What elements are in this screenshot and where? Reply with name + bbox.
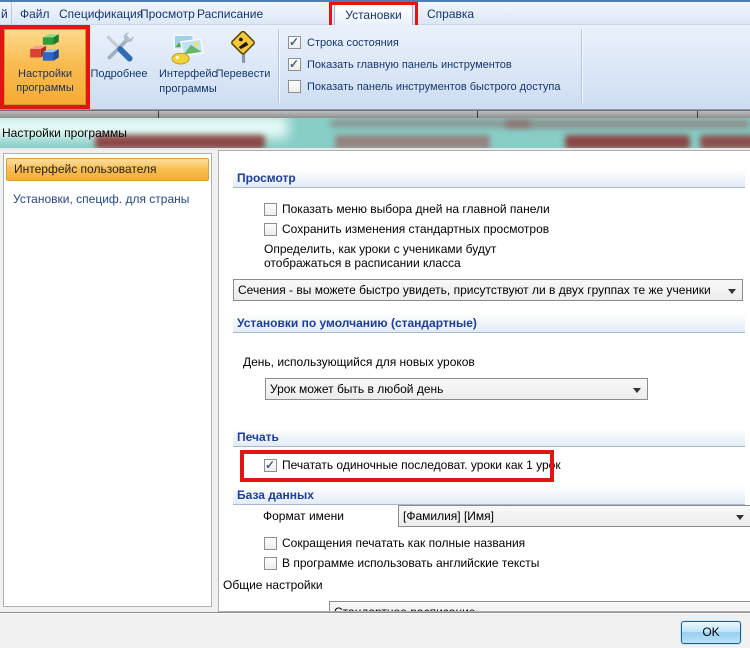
menu-item-help[interactable]: Справка <box>427 7 474 21</box>
dialog-footer: OK <box>0 612 750 648</box>
background-table-header-strip <box>0 110 750 118</box>
details-button[interactable]: Подробнее <box>88 28 150 106</box>
checkbox-print-single-consecutive[interactable]: Печатать одиночные последоват. уроки как… <box>264 458 561 472</box>
glass-blob <box>700 135 750 148</box>
checkbox-label: Показать меню выбора дней на главной пан… <box>282 202 550 216</box>
checkbox-label: Печатать одиночные последоват. уроки как… <box>282 458 561 472</box>
name-format-dropdown[interactable]: [Фамилия] [Имя] <box>398 505 750 527</box>
checkbox-label: Показать панель инструментов быстрого до… <box>307 81 560 93</box>
glass-blob <box>565 135 690 148</box>
new-lessons-day-label: День, использующийся для новых уроков <box>243 355 475 369</box>
translate-button[interactable]: Перевести <box>212 28 274 106</box>
checkbox-print-abbreviations-full[interactable]: Сокращения печатать как полные названия <box>264 536 525 550</box>
glass-blob <box>335 135 490 148</box>
menu-divider <box>11 2 12 27</box>
section-header-print: Печать <box>233 428 745 447</box>
checkbox-box <box>264 223 277 236</box>
name-format-label: Формат имени <box>263 509 344 523</box>
note-line: отображаться в расписании класса <box>264 256 496 270</box>
dialog-sidebar: Интерфейс пользователя Установки, специф… <box>3 153 212 607</box>
checkbox-label: Сохранить изменения стандартных просмотр… <box>282 222 549 236</box>
checkbox-show-day-menu[interactable]: Показать меню выбора дней на главной пан… <box>264 202 550 216</box>
ribbon-group-divider <box>278 29 279 103</box>
checkbox-status-bar[interactable]: Строка состояния <box>288 36 399 49</box>
ribbon-toolbar: Настройки программы Подробнее Интерфейс <box>0 25 750 110</box>
checkbox-label: В программе использовать английские текс… <box>282 556 539 570</box>
checkbox-save-standard-views[interactable]: Сохранить изменения стандартных просмотр… <box>264 222 549 236</box>
dropdown-value: Сечения - вы можете быстро увидеть, прис… <box>238 283 711 297</box>
lessons-display-note: Определить, как уроки с учениками будут … <box>264 242 496 270</box>
button-label: Подробнее <box>90 68 147 80</box>
program-settings-button[interactable]: Настройки программы <box>4 29 86 105</box>
dropdown-value: [Фамилия] [Имя] <box>403 509 494 523</box>
glass-blob <box>505 119 750 129</box>
menu-item-file[interactable]: Файл <box>20 7 50 21</box>
button-label: Настройки <box>18 68 72 80</box>
checkbox-show-main-toolbar[interactable]: Показать главную панель инструментов <box>288 58 512 71</box>
button-label: Перевести <box>216 68 271 80</box>
checkbox-label: Строка состояния <box>307 37 399 49</box>
chevron-down-icon <box>728 289 736 294</box>
details-tools-icon <box>102 31 136 65</box>
checkbox-box <box>288 58 301 71</box>
dialog-title: Настройки программы <box>2 126 127 140</box>
general-settings-dropdown[interactable]: Стандартное расписание <box>329 601 750 612</box>
checkbox-box <box>264 557 277 570</box>
dropdown-value: Урок может быть в любой день <box>270 382 443 396</box>
general-settings-label: Общие настройки <box>223 578 323 592</box>
sidebar-item-country-settings[interactable]: Установки, специф. для страны <box>13 192 189 206</box>
sidebar-item-user-interface[interactable]: Интерфейс пользователя <box>6 158 209 181</box>
checkbox-box <box>288 36 301 49</box>
clipped-menu-text: й <box>1 7 8 21</box>
checkbox-box <box>264 459 277 472</box>
chevron-down-icon <box>633 388 641 393</box>
menu-item-timetable[interactable]: Расписание <box>197 7 263 21</box>
dialog-title-bar: Настройки программы <box>0 118 750 148</box>
button-label: Интерфейс <box>159 68 217 80</box>
note-line: Определить, как уроки с учениками будут <box>264 242 496 256</box>
button-label: программы <box>159 83 216 95</box>
dropdown-value: Стандартное расписание <box>334 605 475 612</box>
checkbox-box <box>288 80 301 93</box>
checkbox-use-english-texts[interactable]: В программе использовать английские текс… <box>264 556 539 570</box>
program-interface-pictures-icon <box>171 31 205 65</box>
program-settings-cubes-icon <box>28 32 62 66</box>
section-header-database: База данных <box>233 486 745 505</box>
menu-item-settings[interactable]: Установки <box>334 4 413 26</box>
checkbox-label: Сокращения печатать как полные названия <box>282 536 525 550</box>
glass-blob <box>330 119 530 128</box>
translate-roadsign-icon <box>226 31 260 65</box>
ribbon-group-divider <box>581 29 582 103</box>
chevron-down-icon <box>736 515 744 520</box>
checkbox-box <box>264 537 277 550</box>
checkbox-box <box>264 203 277 216</box>
dialog-main-panel: Просмотр Показать меню выбора дней на гл… <box>218 150 750 612</box>
checkbox-label: Показать главную панель инструментов <box>307 59 512 71</box>
section-header-defaults: Установки по умолчанию (стандартные) <box>233 314 745 333</box>
checkbox-show-quick-access-toolbar[interactable]: Показать панель инструментов быстрого до… <box>288 80 560 93</box>
ok-button[interactable]: OK <box>681 621 741 644</box>
section-header-view: Просмотр <box>233 169 745 188</box>
lessons-display-dropdown[interactable]: Сечения - вы можете быстро увидеть, прис… <box>233 279 743 301</box>
menu-item-view[interactable]: Просмотр <box>140 7 195 21</box>
menu-item-specification[interactable]: Спецификация <box>59 7 143 21</box>
menu-bar: й Файл Спецификация Просмотр Расписание … <box>0 0 750 25</box>
button-label: программы <box>16 82 73 94</box>
new-lessons-day-dropdown[interactable]: Урок может быть в любой день <box>265 378 648 400</box>
